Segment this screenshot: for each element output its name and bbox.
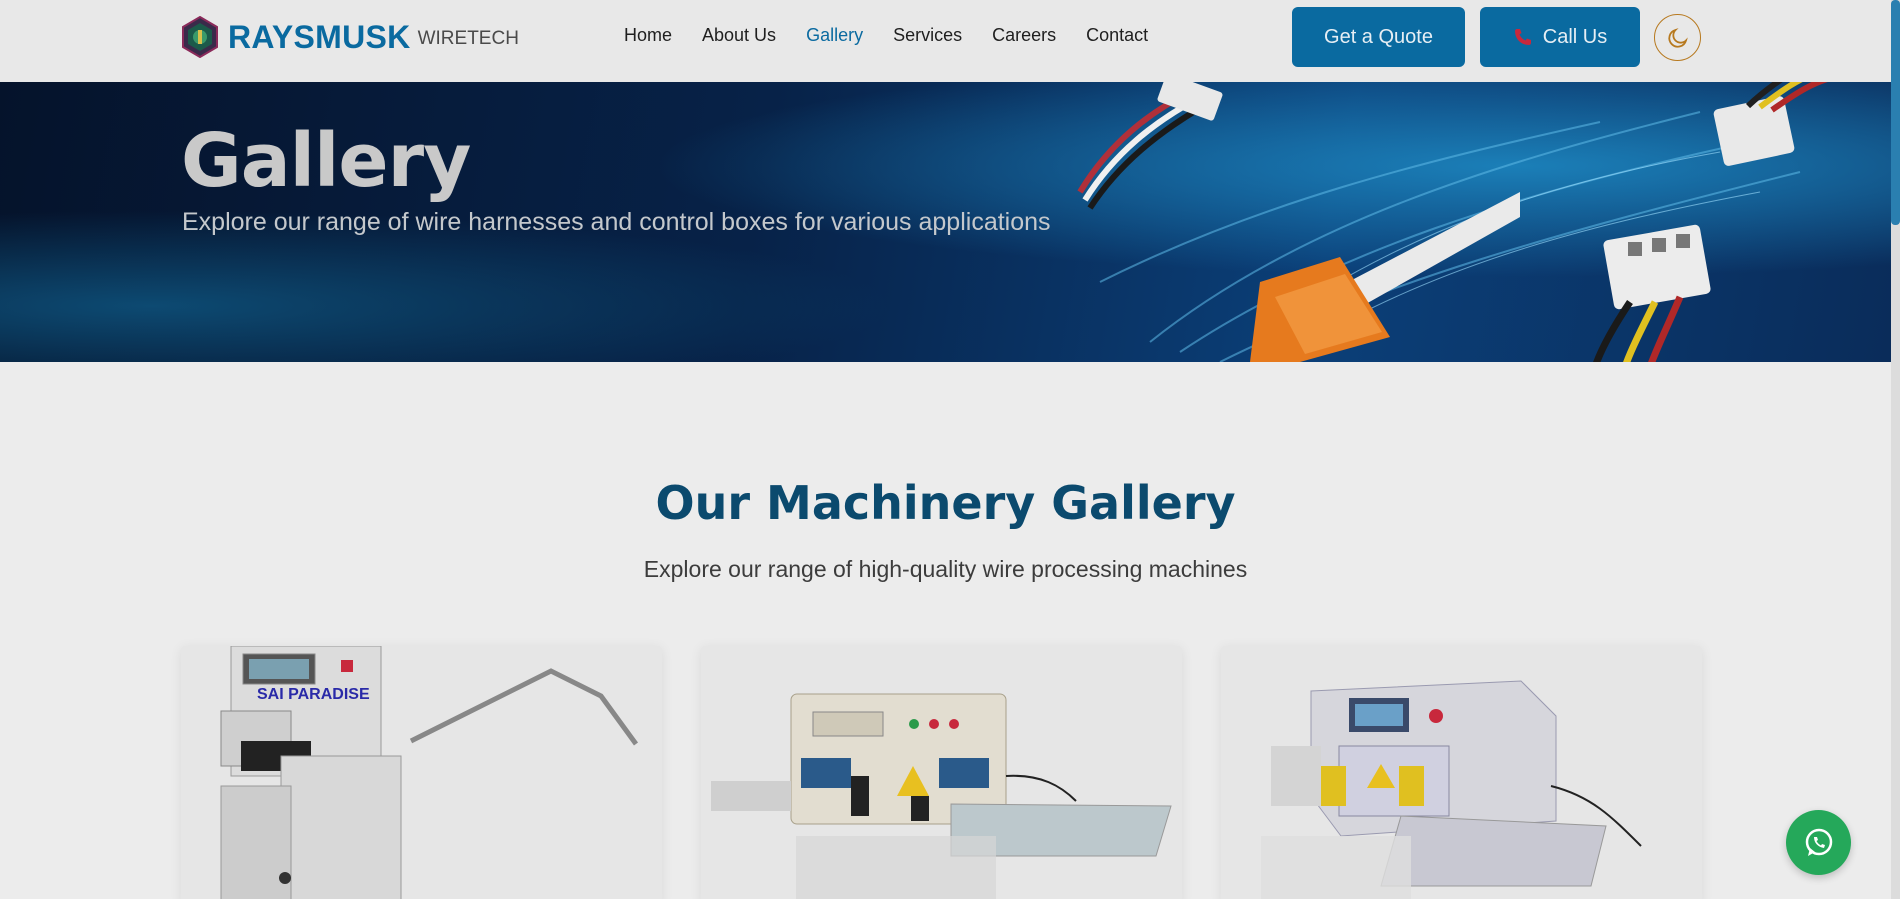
page-title: Gallery	[181, 118, 471, 204]
nav-home[interactable]: Home	[624, 25, 672, 46]
phone-icon	[1514, 29, 1531, 45]
brand-sub: WIRETECH	[417, 28, 519, 49]
nav-contact[interactable]: Contact	[1086, 25, 1148, 46]
get-quote-button[interactable]: Get a Quote	[1292, 7, 1465, 67]
scrollbar-thumb[interactable]	[1891, 0, 1900, 225]
nav-about-us[interactable]: About Us	[702, 25, 776, 46]
machine-image	[1261, 680, 1642, 899]
theme-toggle-button[interactable]	[1654, 14, 1701, 61]
machine-brand-label: SAI PARADISE	[257, 686, 370, 703]
hexagon-logo-icon	[182, 16, 218, 58]
main-nav: Home About Us Gallery Services Careers C…	[624, 25, 1178, 46]
gallery-card[interactable]	[1221, 646, 1702, 899]
nav-gallery[interactable]: Gallery	[806, 25, 863, 46]
nav-services[interactable]: Services	[893, 25, 962, 46]
whatsapp-icon	[1805, 828, 1832, 856]
nav-careers[interactable]: Careers	[992, 25, 1056, 46]
page-subtitle: Explore our range of wire harnesses and …	[182, 208, 1051, 236]
brand-name: RAYSMUSK	[228, 18, 411, 55]
gallery-card[interactable]	[701, 646, 1182, 899]
call-us-label: Call Us	[1542, 25, 1608, 48]
machine-image	[220, 646, 639, 899]
moon-icon	[1667, 27, 1688, 48]
section-subtitle: Explore our range of high-quality wire p…	[643, 556, 1248, 582]
call-us-button[interactable]: Call Us	[1480, 7, 1640, 67]
brand-logo[interactable]: RAYSMUSK WIRETECH	[181, 16, 519, 58]
get-quote-label: Get a Quote	[1324, 25, 1433, 48]
site-header: RAYSMUSK WIRETECH Home About Us Gallery …	[0, 0, 1891, 82]
gallery-card[interactable]: SAI PARADISE	[181, 646, 662, 899]
machine-image	[711, 693, 1172, 899]
section-title: Our Machinery Gallery	[655, 476, 1236, 530]
hero-banner: Gallery Explore our range of wire harnes…	[0, 82, 1891, 362]
whatsapp-chat-button[interactable]	[1786, 810, 1851, 875]
